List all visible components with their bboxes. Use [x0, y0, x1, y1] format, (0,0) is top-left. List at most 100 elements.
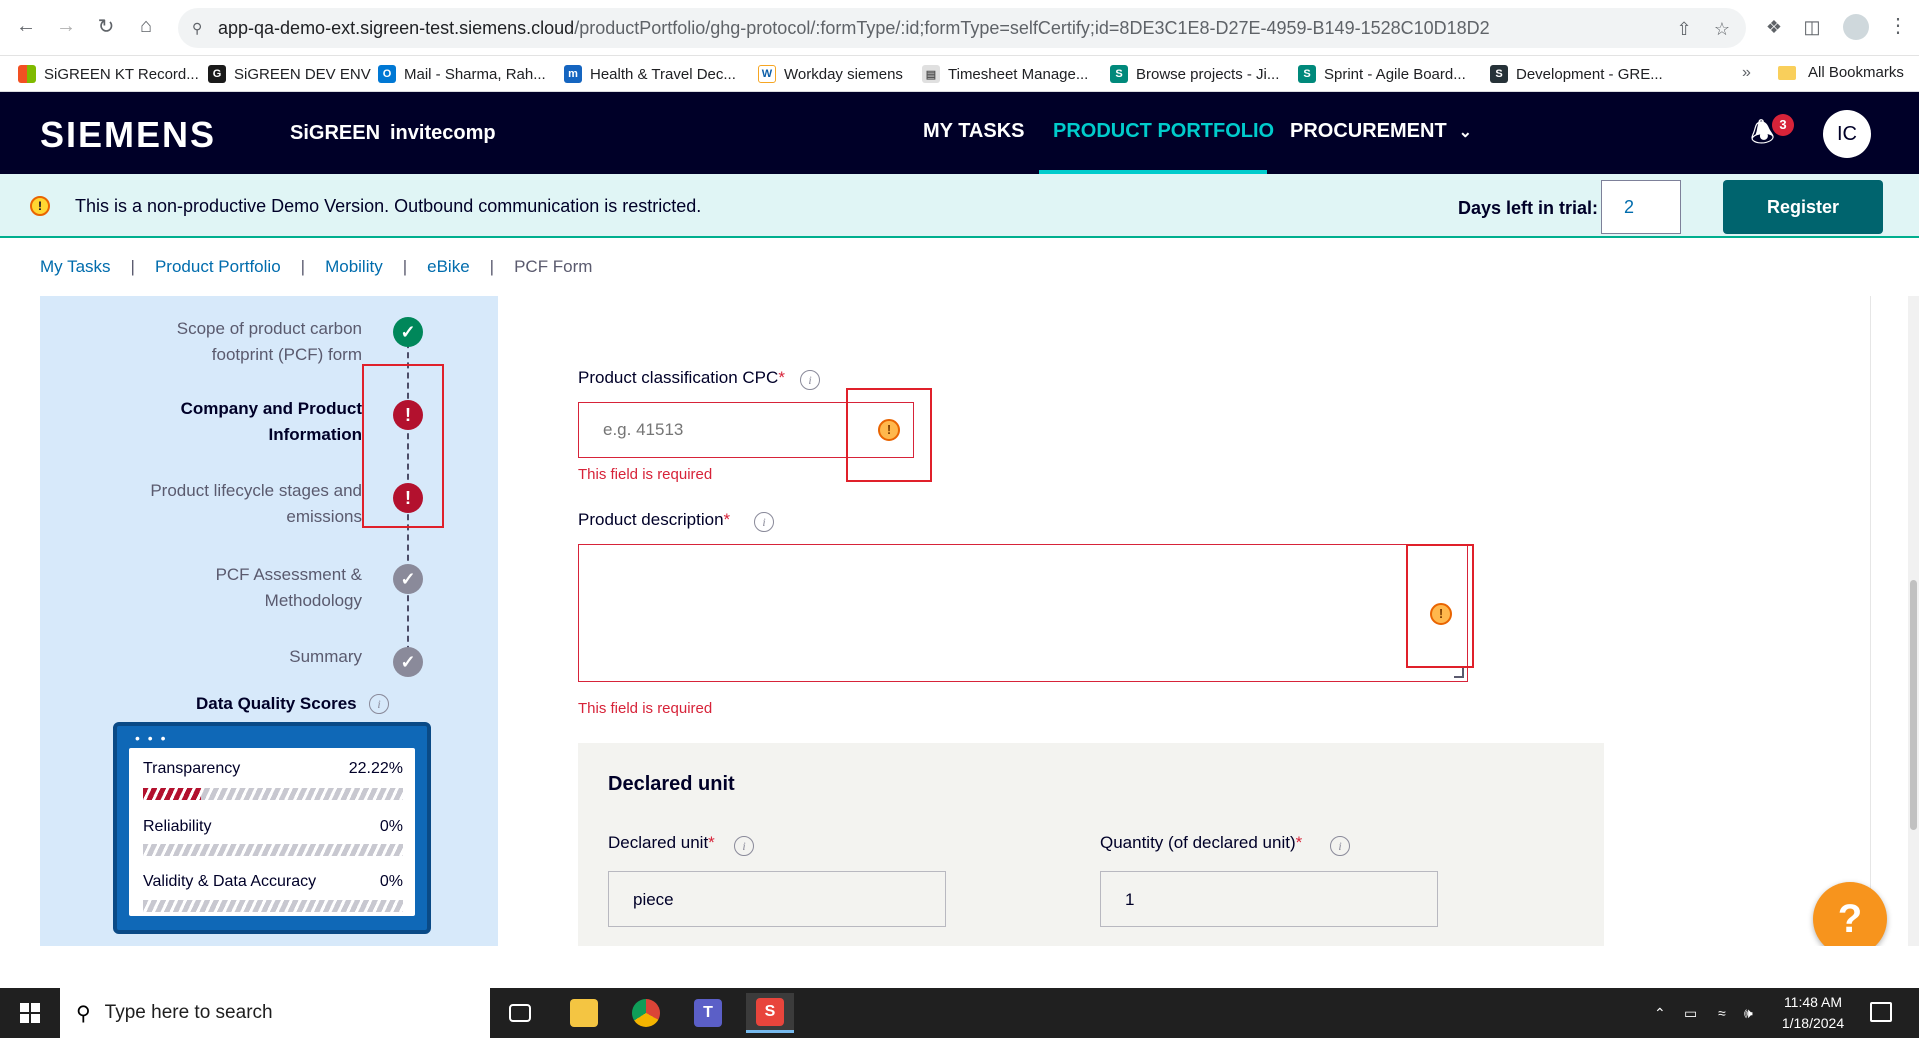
siemens-logo[interactable]: SIEMENS — [40, 114, 216, 156]
info-icon[interactable]: i — [734, 836, 754, 856]
taskbar: ⚲ Type here to search T S ⌃ ▭ ≈ 🕪 11:48 … — [0, 988, 1919, 1038]
bookmark-item[interactable]: SiGREEN KT Record... — [18, 64, 199, 84]
help-button[interactable]: ? — [1813, 882, 1887, 956]
bookmark-item[interactable]: S Development - GRE... — [1490, 64, 1663, 84]
description-label: Product description* — [578, 510, 730, 530]
cpc-error: This field is required — [578, 466, 713, 483]
s-icon: S — [1298, 65, 1316, 83]
score-value: 0% — [379, 873, 403, 890]
info-icon[interactable]: i — [754, 512, 774, 532]
info-icon[interactable]: i — [1330, 836, 1350, 856]
taskbar-teams[interactable]: T — [684, 993, 732, 1033]
bookmark-item[interactable]: S Sprint - Agile Board... — [1298, 64, 1466, 84]
declared-unit-select[interactable]: piece — [608, 871, 946, 927]
form-stepper-panel: Scope of product carbon footprint (PCF) … — [40, 296, 498, 946]
taskbar-chrome[interactable] — [622, 993, 670, 1033]
breadcrumb-separator: | — [300, 257, 306, 276]
url-text[interactable]: app-qa-demo-ext.sigreen-test.siemens.clo… — [218, 18, 1490, 39]
network-icon[interactable]: ≈ — [1718, 988, 1726, 1038]
score-bar-fill — [143, 788, 201, 800]
url-host: app-qa-demo-ext.sigreen-test.siemens.clo… — [218, 18, 575, 38]
quantity-input[interactable]: 1 — [1100, 871, 1438, 927]
bookmark-item[interactable]: G SiGREEN DEV ENV — [208, 64, 371, 84]
required-asterisk: * — [723, 510, 731, 529]
check-circle-icon: ✓ — [393, 564, 423, 594]
windows-start-button[interactable] — [0, 988, 60, 1038]
bookmark-item[interactable]: O Mail - Sharma, Rah... — [378, 64, 546, 84]
home-icon[interactable]: ⌂ — [134, 14, 158, 38]
search-icon: ⚲ — [76, 1002, 91, 1025]
description-textarea[interactable] — [578, 544, 1468, 682]
nav-my-tasks[interactable]: MY TASKS — [923, 120, 1025, 143]
address-bar[interactable]: ⚲ app-qa-demo-ext.sigreen-test.siemens.c… — [178, 8, 1746, 48]
breadcrumb-ebike[interactable]: eBike — [427, 257, 470, 277]
taskbar-search[interactable]: ⚲ Type here to search — [60, 988, 490, 1038]
bookmark-item[interactable]: W Workday siemens — [758, 64, 903, 84]
step-pcf-assessment[interactable]: PCF Assessment & Methodology — [112, 562, 362, 614]
taskbar-clock[interactable]: 11:48 AM 1/18/2024 — [1768, 992, 1858, 1034]
forward-icon[interactable]: → — [54, 14, 78, 38]
tray-chevron-icon[interactable]: ⌃ — [1654, 988, 1666, 1038]
browser-menu-icon[interactable]: ⋮ — [1888, 12, 1908, 40]
bookmark-item[interactable]: S Browse projects - Ji... — [1110, 64, 1279, 84]
score-value: 0% — [379, 818, 403, 835]
side-panel-icon[interactable]: ◫ — [1800, 15, 1824, 39]
battery-icon[interactable]: ▭ — [1684, 988, 1697, 1038]
nav-product-portfolio[interactable]: PRODUCT PORTFOLIO — [1053, 120, 1274, 143]
check-circle-icon: ✓ — [393, 647, 423, 677]
bookmark-label: Timesheet Manage... — [948, 65, 1089, 83]
description-label-text: Product description — [578, 510, 724, 529]
page-footer — [0, 946, 1919, 988]
snagit-icon: S — [756, 997, 784, 1026]
back-icon[interactable]: ← — [14, 14, 38, 38]
task-view-button[interactable] — [496, 993, 544, 1033]
bookmarks-overflow-button[interactable]: » — [1742, 64, 1751, 82]
step-summary[interactable]: Summary — [112, 644, 362, 670]
bookmark-star-icon[interactable]: ☆ — [1712, 19, 1732, 39]
form-content: Product classification CPC* i ! This fie… — [498, 296, 1870, 946]
clock-time: 11:48 AM — [1783, 994, 1843, 1010]
info-icon[interactable]: i — [369, 694, 389, 714]
bookmark-item[interactable]: m Health & Travel Dec... — [564, 64, 736, 84]
all-bookmarks-button[interactable]: All Bookmarks — [1778, 64, 1904, 81]
step-scope[interactable]: Scope of product carbon footprint (PCF) … — [112, 316, 362, 368]
nav-procurement-label: PROCUREMENT — [1290, 120, 1447, 142]
required-asterisk: * — [708, 833, 715, 852]
notification-center-icon[interactable] — [1870, 1002, 1892, 1022]
breadcrumb-separator: | — [489, 257, 495, 276]
site-info-icon[interactable]: ⚲ — [192, 18, 212, 38]
bookmark-item[interactable]: ▤ Timesheet Manage... — [922, 64, 1088, 84]
share-icon[interactable]: ⇧ — [1674, 19, 1694, 39]
score-value: 22.22% — [348, 760, 403, 777]
profile-icon[interactable] — [1843, 14, 1869, 40]
reload-icon[interactable]: ↻ — [94, 14, 118, 38]
step-lifecycle-emissions[interactable]: Product lifecycle stages and emissions — [112, 478, 362, 530]
breadcrumb-mobility[interactable]: Mobility — [325, 257, 383, 277]
file-explorer-icon — [570, 999, 598, 1027]
data-quality-scores: Transparency 22.22% Reliability 0% Valid… — [129, 748, 415, 916]
breadcrumb: My Tasks | Product Portfolio | Mobility … — [40, 256, 592, 278]
user-avatar[interactable]: IC — [1823, 110, 1871, 158]
bookmark-label: Browse projects - Ji... — [1136, 65, 1280, 83]
register-button[interactable]: Register — [1723, 180, 1883, 234]
page-scrollbar[interactable] — [1908, 296, 1919, 988]
score-bar — [143, 844, 403, 856]
bookmark-label: Development - GRE... — [1516, 65, 1663, 83]
taskbar-file-explorer[interactable] — [560, 993, 608, 1033]
step-company-product[interactable]: Company and Product Information — [112, 396, 362, 448]
clock-date: 1/18/2024 — [1781, 1015, 1845, 1031]
breadcrumb-my-tasks[interactable]: My Tasks — [40, 257, 111, 277]
score-bar — [143, 788, 403, 800]
nav-procurement[interactable]: PROCUREMENT ⌄ — [1290, 120, 1472, 143]
volume-icon[interactable]: 🕪 — [1744, 988, 1753, 1038]
scrollbar-thumb[interactable] — [1910, 580, 1917, 830]
taskbar-snagit[interactable]: S — [746, 993, 794, 1033]
breadcrumb-product-portfolio[interactable]: Product Portfolio — [155, 257, 281, 277]
extensions-icon[interactable]: ❖ — [1762, 15, 1786, 39]
info-icon[interactable]: i — [800, 370, 820, 390]
trial-label: Days left in trial: — [1458, 198, 1599, 218]
url-path: /productPortfolio/ghg-protocol/:formType… — [574, 18, 1490, 38]
resize-handle-icon[interactable] — [1454, 668, 1464, 678]
check-circle-icon: ✓ — [393, 317, 423, 347]
step-label-line: Scope of product carbon — [176, 319, 362, 338]
